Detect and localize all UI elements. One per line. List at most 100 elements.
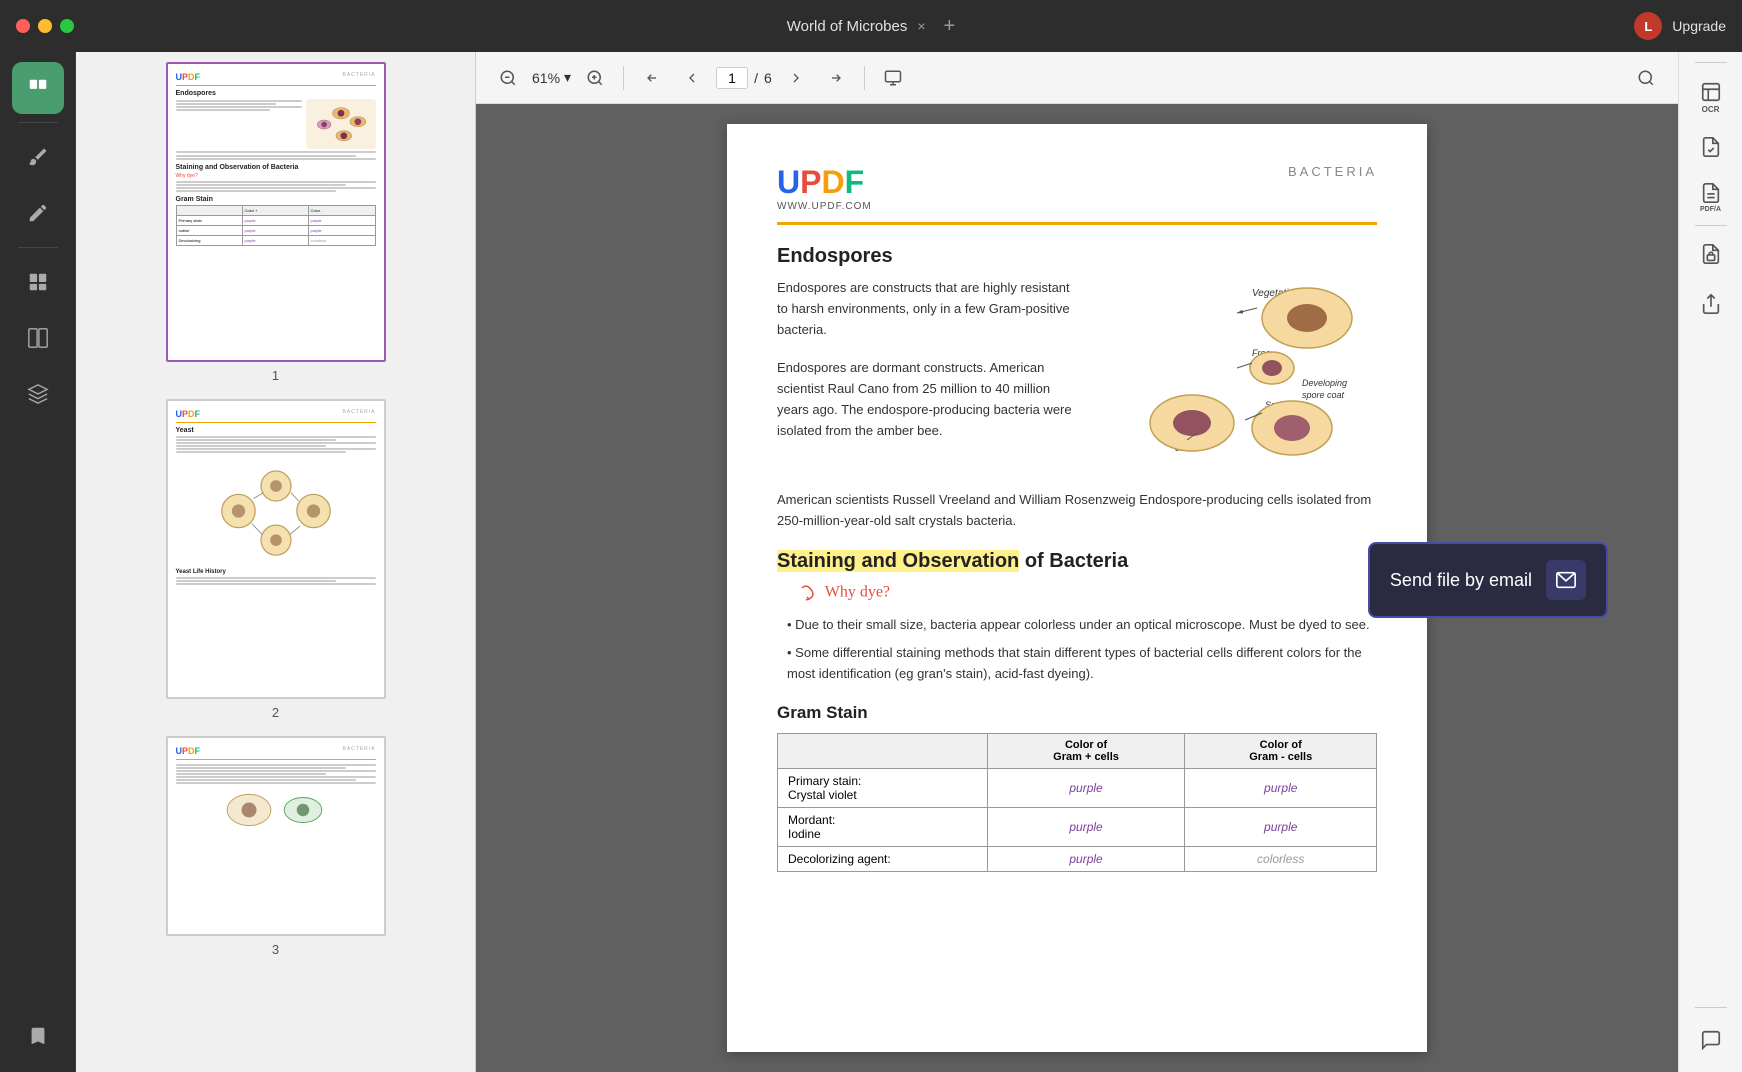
- left-sidebar: [0, 52, 76, 1072]
- prev-page-icon: [684, 70, 700, 86]
- presentation-button[interactable]: [877, 62, 909, 94]
- toolbar-separator-2: [864, 66, 865, 90]
- prev-page-button[interactable]: [676, 62, 708, 94]
- table-row: Decolorizing agent: purple colorless: [778, 846, 1377, 871]
- email-tooltip[interactable]: Send file by email: [1368, 542, 1608, 618]
- chat-icon: [1700, 1029, 1722, 1051]
- updf-logo-area: UPDF WWW.UPDF.COM: [777, 164, 872, 212]
- zoom-in-button[interactable]: [579, 62, 611, 94]
- first-page-icon: [644, 70, 660, 86]
- sidebar-item-organize[interactable]: [12, 256, 64, 308]
- thumbnail-number-3: 3: [272, 942, 279, 957]
- table-cell-label: Primary stain:Crystal violet: [778, 768, 988, 807]
- maximize-button[interactable]: [60, 19, 74, 33]
- presentation-icon: [884, 69, 902, 87]
- page-total: 6: [764, 70, 772, 86]
- pdf-ai-icon: [1700, 182, 1722, 204]
- page-nav: / 6: [716, 67, 772, 89]
- thumbnail-image-3: UPDF BACTERIA: [166, 736, 386, 936]
- zoom-out-icon: [499, 69, 517, 87]
- sidebar-item-annotation[interactable]: [12, 187, 64, 239]
- doc-header: UPDF WWW.UPDF.COM BACTERIA: [777, 164, 1377, 225]
- page-separator: /: [754, 70, 758, 86]
- bacteria-illustration: Vegetative cell Free endospore Spore coa…: [1097, 278, 1377, 478]
- staining-bullet1: Due to their small size, bacteria appear…: [787, 615, 1377, 636]
- close-tab-button[interactable]: ×: [917, 18, 925, 34]
- endospores-text: Endospores are constructs that are highl…: [777, 278, 1077, 478]
- toolbar: 61% ▾ / 6: [476, 52, 1678, 104]
- email-icon: [1546, 560, 1586, 600]
- gram-stain-table: Color ofGram + cells Color ofGram - cell…: [777, 733, 1377, 872]
- endospores-para1: Endospores are constructs that are highl…: [777, 278, 1077, 340]
- ocr-tool-button[interactable]: OCR: [1689, 75, 1733, 119]
- thumbnail-item-2[interactable]: UPDF BACTERIA Yeast: [86, 399, 465, 720]
- zoom-display: 61% ▾: [532, 69, 571, 86]
- bookmark-icon: [27, 1025, 49, 1047]
- sidebar-item-layers[interactable]: [12, 368, 64, 420]
- staining-title-highlight: Staining and Observation: [777, 550, 1019, 572]
- email-tooltip-label: Send file by email: [1390, 570, 1532, 591]
- thumbnail-panel[interactable]: UPDF BACTERIA Endospores: [76, 52, 476, 1072]
- minimize-button[interactable]: [38, 19, 52, 33]
- compare-icon: [27, 327, 49, 349]
- first-page-button[interactable]: [636, 62, 668, 94]
- reader-icon: [27, 77, 49, 99]
- endospore-diagram: Vegetative cell Free endospore Spore coa…: [1097, 278, 1377, 478]
- close-button[interactable]: [16, 19, 30, 33]
- thumbnail-number-1: 1: [272, 368, 279, 383]
- staining-title-rest: of Bacteria: [1019, 550, 1128, 572]
- annotation-icon: [27, 202, 49, 224]
- thumbnail-number-2: 2: [272, 705, 279, 720]
- convert-icon: [1700, 136, 1722, 158]
- zoom-level: 61%: [532, 70, 560, 86]
- search-icon: [1637, 69, 1655, 87]
- thumbnail-item-1[interactable]: UPDF BACTERIA Endospores: [86, 62, 465, 383]
- share-tool-button[interactable]: [1689, 282, 1733, 326]
- page-number-input[interactable]: [716, 67, 748, 89]
- zoom-dropdown-icon[interactable]: ▾: [564, 69, 571, 86]
- cursive-arrow-icon: [797, 583, 817, 603]
- pdf-ai-tool-button[interactable]: PDF/A: [1689, 175, 1733, 219]
- share-icon: [1700, 293, 1722, 315]
- zoom-in-icon: [586, 69, 604, 87]
- titlebar-right: L Upgrade: [1634, 12, 1726, 40]
- sidebar-item-reader[interactable]: [12, 62, 64, 114]
- table-header-label: [778, 733, 988, 768]
- user-avatar[interactable]: L: [1634, 12, 1662, 40]
- layers-icon: [27, 383, 49, 405]
- gram-stain-title: Gram Stain: [777, 703, 1377, 723]
- table-header-gram-neg: Color ofGram - cells: [1185, 733, 1377, 768]
- protect-tool-button[interactable]: [1689, 232, 1733, 276]
- zoom-out-button[interactable]: [492, 62, 524, 94]
- ocr-icon: [1700, 81, 1722, 103]
- right-sidebar-sep-top: [1695, 62, 1727, 63]
- organize-icon: [27, 271, 49, 293]
- add-tab-button[interactable]: +: [944, 15, 956, 38]
- chat-tool-button[interactable]: [1689, 1018, 1733, 1062]
- thumbnail-item-3[interactable]: UPDF BACTERIA: [86, 736, 465, 957]
- search-button[interactable]: [1630, 62, 1662, 94]
- convert-tool-button[interactable]: [1689, 125, 1733, 169]
- sidebar-item-brush[interactable]: [12, 131, 64, 183]
- doc-viewer[interactable]: UPDF WWW.UPDF.COM BACTERIA Endospores En…: [476, 104, 1678, 1072]
- sidebar-item-compare[interactable]: [12, 312, 64, 364]
- content-area: 61% ▾ / 6: [476, 52, 1678, 1072]
- doc-page: UPDF WWW.UPDF.COM BACTERIA Endospores En…: [727, 124, 1427, 1052]
- table-cell-label: Decolorizing agent:: [778, 846, 988, 871]
- next-page-button[interactable]: [780, 62, 812, 94]
- table-header-gram-pos: Color ofGram + cells: [987, 733, 1185, 768]
- next-page-icon: [788, 70, 804, 86]
- sidebar-divider-2: [18, 247, 58, 248]
- endospores-content: Endospores are constructs that are highl…: [777, 278, 1377, 478]
- staining-title: Staining and Observation of Bacteria: [777, 550, 1377, 573]
- titlebar: World of Microbes × + L Upgrade: [0, 0, 1742, 52]
- staining-bullet2: Some differential staining methods that …: [787, 643, 1377, 685]
- last-page-button[interactable]: [820, 62, 852, 94]
- gram-stain-section: Gram Stain Color ofGram + cells Color of…: [777, 703, 1377, 872]
- pdf-ai-label: PDF/A: [1700, 206, 1721, 213]
- sidebar-item-bookmark[interactable]: [12, 1010, 64, 1062]
- table-cell-label: Mordant:Iodine: [778, 807, 988, 846]
- updf-logo: UPDF: [777, 164, 872, 201]
- endospores-para2: Endospores are dormant constructs. Ameri…: [777, 358, 1077, 441]
- upgrade-button[interactable]: Upgrade: [1672, 18, 1726, 34]
